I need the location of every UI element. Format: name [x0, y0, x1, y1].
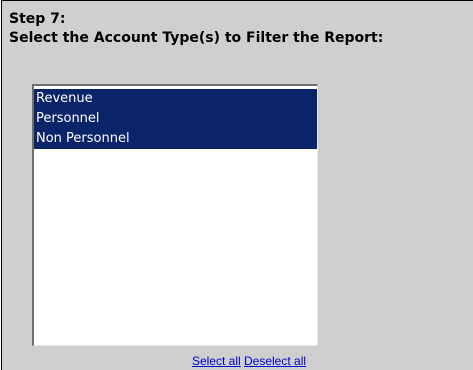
step-heading: Step 7: Select the Account Type(s) to Fi… [9, 10, 383, 48]
step-title: Step 7: [9, 11, 66, 27]
select-all-link[interactable]: Select all [192, 354, 241, 368]
account-type-option-revenue[interactable]: Revenue [34, 89, 317, 109]
filter-panel: Step 7: Select the Account Type(s) to Fi… [1, 0, 473, 370]
deselect-all-link[interactable]: Deselect all [244, 354, 306, 368]
step-instruction: Select the Account Type(s) to Filter the… [9, 30, 384, 46]
selection-links: Select all Deselect all [2, 354, 473, 368]
account-type-listbox[interactable]: Revenue Personnel Non Personnel [32, 84, 318, 346]
account-type-option-non-personnel[interactable]: Non Personnel [34, 129, 317, 149]
account-type-option-personnel[interactable]: Personnel [34, 109, 317, 129]
